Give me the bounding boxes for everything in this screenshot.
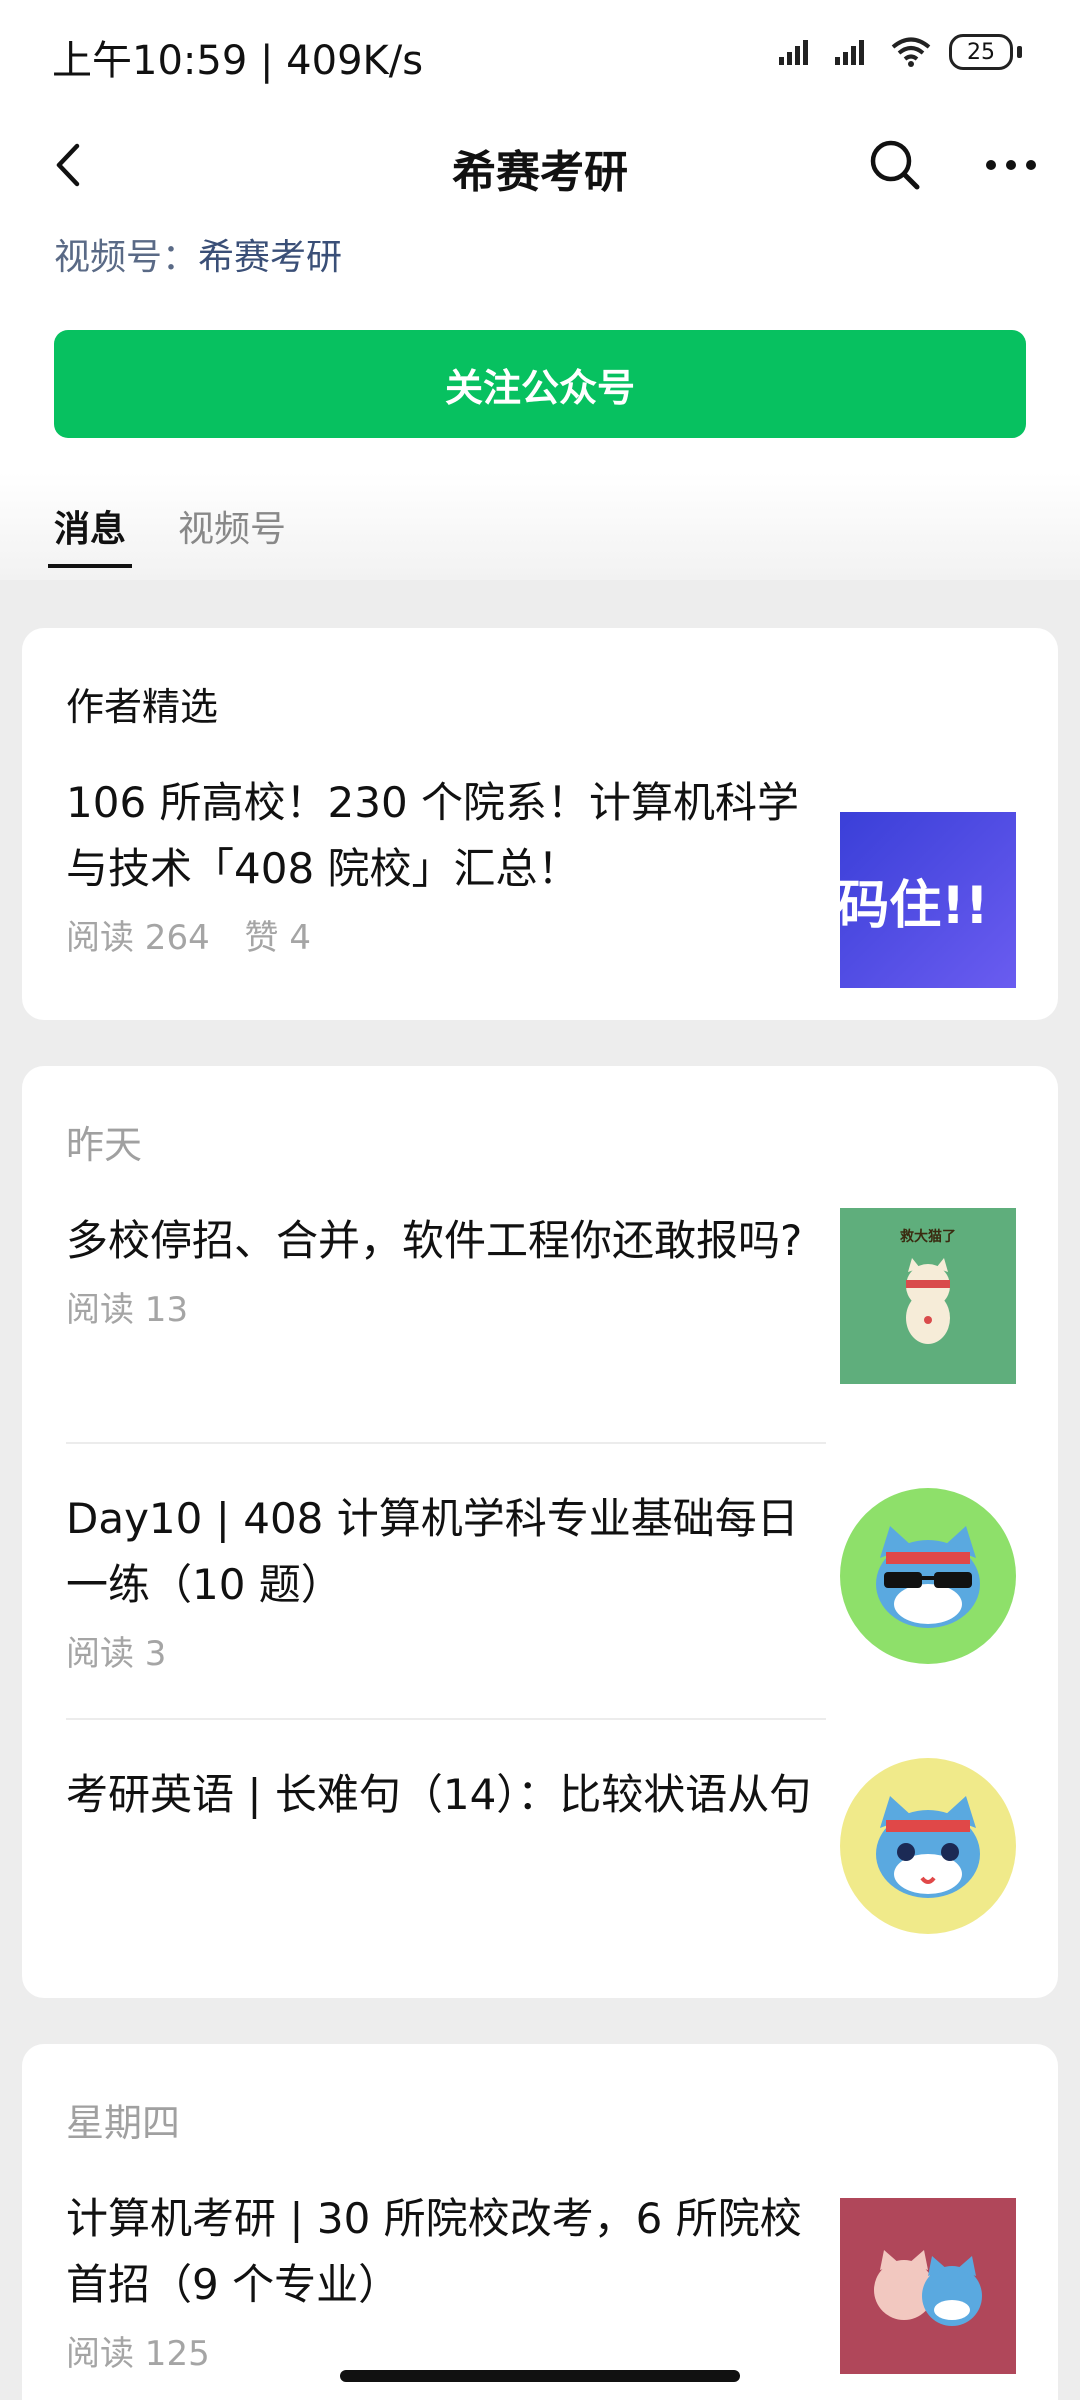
home-indicator[interactable] <box>340 2370 740 2382</box>
battery-level: 25 <box>967 39 995 65</box>
featured-card: 作者精选 106 所高校！230 个院系！计算机科学与技术「408 院校」汇总！… <box>22 628 1058 1020</box>
battery-icon: 25 <box>949 34 1013 70</box>
search-button[interactable] <box>860 130 930 200</box>
nav-header: 希赛考研 <box>0 110 1080 220</box>
divider <box>66 1718 826 1720</box>
article-item[interactable]: 106 所高校！230 个院系！计算机科学与技术「408 院校」汇总！ 阅读 2… <box>66 770 1016 988</box>
signal-icon <box>779 40 808 65</box>
article-item[interactable]: 考研英语 | 长难句（14）：比较状语从句 <box>66 1758 1016 1962</box>
status-bar: 上午10:59 | 409K/s 25 <box>0 0 1080 110</box>
wifi-icon <box>891 37 931 67</box>
article-thumbnail <box>840 1758 1016 1934</box>
thursday-card: 星期四 计算机考研 | 30 所院校改考，6 所院校首招（9 个专业） 阅读 1… <box>22 2044 1058 2400</box>
channels-label: 视频号： <box>54 237 199 278</box>
article-thumbnail: 码住!! <box>840 812 1016 988</box>
status-icons: 25 <box>777 34 1022 70</box>
page: 上午10:59 | 409K/s 25 希赛考研 视频号：希赛考研 关注公众号 … <box>0 0 1080 2400</box>
status-time: 上午10:59 | 409K/s <box>52 38 424 84</box>
article-thumbnail <box>840 1488 1016 1664</box>
section-heading: 昨天 <box>66 1123 143 1167</box>
cat-headband-icon <box>876 1796 980 1898</box>
cat-sunglasses-icon <box>876 1526 980 1628</box>
read-count: 阅读 264 <box>66 918 210 958</box>
article-title: 考研英语 | 长难句（14）：比较状语从句 <box>66 1770 812 1819</box>
profile-area: 视频号：希赛考研 关注公众号 消息 视频号 <box>0 220 1080 580</box>
section-heading: 星期四 <box>66 2101 181 2145</box>
more-dots-icon <box>986 160 1036 170</box>
article-item[interactable]: 多校停招、合并，软件工程你还敢报吗? 阅读 13 救大猫了 <box>66 1208 1016 1408</box>
article-title: Day10 | 408 计算机学科专业基础每日一练（10 题） <box>66 1494 799 1609</box>
like-count: 赞 4 <box>244 918 311 958</box>
divider <box>66 1442 826 1444</box>
article-item[interactable]: 计算机考研 | 30 所院校改考，6 所院校首招（9 个专业） 阅读 125 <box>66 2186 1016 2400</box>
article-item[interactable]: Day10 | 408 计算机学科专业基础每日一练（10 题） 阅读 3 <box>66 1486 1016 1686</box>
article-thumbnail: 救大猫了 <box>840 1208 1016 1384</box>
two-cats-icon <box>874 2250 982 2326</box>
read-count: 阅读 13 <box>66 1290 189 1330</box>
section-heading: 作者精选 <box>66 685 219 729</box>
channels-value[interactable]: 希赛考研 <box>198 237 342 278</box>
battery-nub <box>1017 46 1022 58</box>
cat-mascot-icon <box>906 1258 950 1344</box>
article-title: 计算机考研 | 30 所院校改考，6 所院校首招（9 个专业） <box>66 2194 802 2309</box>
channels-line[interactable]: 视频号：希赛考研 <box>54 228 342 280</box>
thumb-text: 码住!! <box>840 875 989 936</box>
article-title: 106 所高校！230 个院系！计算机科学与技术「408 院校」汇总！ <box>66 778 800 893</box>
signal-icon-2 <box>835 40 864 65</box>
search-icon <box>870 140 920 190</box>
follow-button[interactable]: 关注公众号 <box>54 330 1026 438</box>
article-title: 多校停招、合并，软件工程你还敢报吗? <box>66 1216 803 1265</box>
read-count: 阅读 125 <box>66 2334 210 2374</box>
tab-bar: 消息 视频号 <box>47 500 286 568</box>
article-thumbnail <box>840 2198 1016 2374</box>
yesterday-card: 昨天 多校停招、合并，软件工程你还敢报吗? 阅读 13 救大猫了 Day10 |… <box>22 1066 1058 1998</box>
tab-channels[interactable]: 视频号 <box>178 500 286 566</box>
read-count: 阅读 3 <box>66 1634 167 1674</box>
tab-messages[interactable]: 消息 <box>47 500 133 568</box>
more-button[interactable] <box>976 130 1046 200</box>
